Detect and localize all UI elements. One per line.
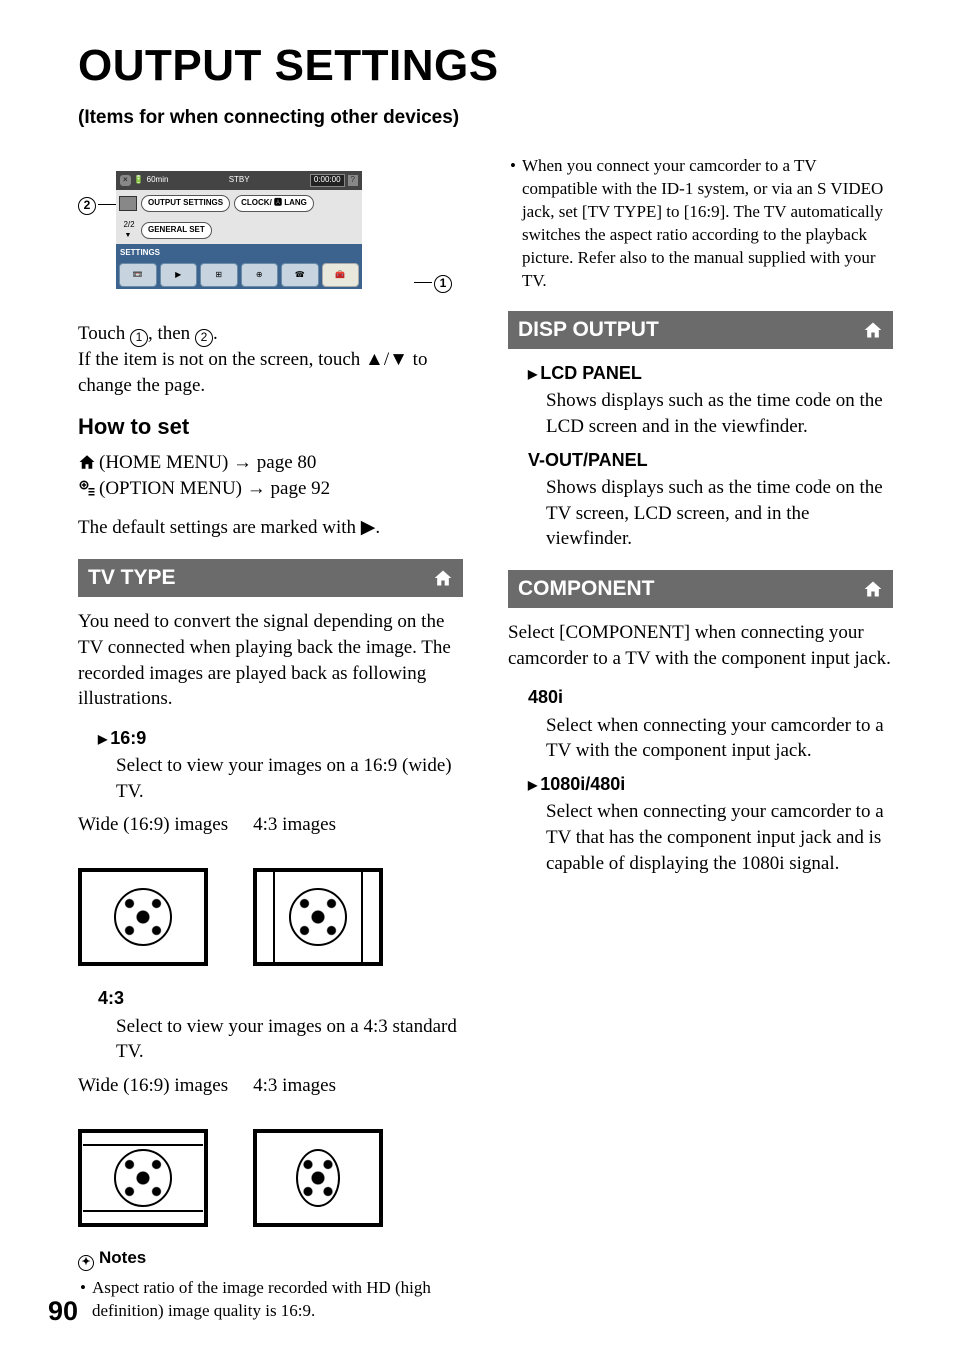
component-1080i-body: Select when connecting your camcorder to… bbox=[546, 799, 893, 876]
callout-1: 1 bbox=[434, 273, 452, 293]
touch-instruction: Touch 1, then 2. If the item is not on t… bbox=[78, 321, 463, 398]
lcd-panel-option: ▶LCD PANEL bbox=[528, 361, 893, 385]
page-subtitle: (Items for when connecting other devices… bbox=[78, 105, 909, 131]
tv-type-images-4-3: Wide (16:9) images 4:3 images bbox=[78, 1073, 463, 1227]
tv-type-images-16-9: Wide (16:9) images 4:3 images bbox=[78, 812, 463, 966]
component-intro: Select [COMPONENT] when connecting your … bbox=[508, 620, 893, 671]
home-menu-line: (HOME MENU) → page 80 bbox=[78, 450, 463, 476]
output-settings-button: OUTPUT SETTINGS bbox=[141, 195, 230, 212]
nav-icon-6: 🧰 bbox=[322, 263, 360, 287]
note-1: •Aspect ratio of the image recorded with… bbox=[80, 1277, 463, 1323]
notes-heading: ✦Notes bbox=[78, 1247, 463, 1271]
option-4-3: 4:3 bbox=[98, 986, 463, 1010]
left-column: 2 1 ×🔋60min STBY 0:00:00? OUTPUT SETTING… bbox=[78, 149, 463, 1326]
home-icon bbox=[863, 579, 883, 599]
close-icon: × bbox=[120, 175, 131, 186]
nav-icon-5: ☎ bbox=[281, 263, 319, 287]
nav-icon-4: ⊕ bbox=[241, 263, 279, 287]
component-bar: COMPONENT bbox=[508, 570, 893, 608]
tv-type-bar: TV TYPE bbox=[78, 559, 463, 597]
option-16-9: ▶16:9 bbox=[98, 726, 463, 750]
callout-2: 2 bbox=[78, 195, 96, 215]
settings-bar: SETTINGS bbox=[116, 244, 362, 261]
menu-screenshot: ×🔋60min STBY 0:00:00? OUTPUT SETTINGS CL… bbox=[116, 171, 362, 299]
nav-icon-3: ⊞ bbox=[200, 263, 238, 287]
home-icon bbox=[78, 453, 96, 471]
option-icon bbox=[78, 479, 96, 497]
thumb-icon bbox=[119, 196, 137, 211]
vout-panel-body: Shows displays such as the time code on … bbox=[546, 475, 893, 552]
home-icon bbox=[433, 568, 453, 588]
tv-type-intro: You need to convert the signal depending… bbox=[78, 609, 463, 712]
component-480i-body: Select when connecting your camcorder to… bbox=[546, 713, 893, 764]
page-number: 90 bbox=[48, 1293, 78, 1329]
general-set-button: GENERAL SET bbox=[141, 222, 212, 239]
option-menu-line: (OPTION MENU) → page 92 bbox=[78, 476, 463, 502]
component-480i: 480i bbox=[528, 685, 893, 709]
nav-icon-2: ▶ bbox=[160, 263, 198, 287]
clock-lang-button: CLOCK/ 🅰 LANG bbox=[234, 195, 314, 212]
std-label-2: 4:3 images bbox=[253, 1073, 383, 1123]
page-title: OUTPUT SETTINGS bbox=[78, 36, 909, 95]
wide-label-2: Wide (16:9) images bbox=[78, 1073, 228, 1123]
option-16-9-body: Select to view your images on a 16:9 (wi… bbox=[116, 753, 463, 804]
default-settings-note: The default settings are marked with ▶. bbox=[78, 515, 463, 541]
note-2: •When you connect your camcorder to a TV… bbox=[510, 155, 893, 293]
option-4-3-body: Select to view your images on a 4:3 stan… bbox=[116, 1014, 463, 1065]
vout-panel-option: V-OUT/PANEL bbox=[528, 448, 893, 472]
lcd-panel-body: Shows displays such as the time code on … bbox=[546, 388, 893, 439]
notes-icon: ✦ bbox=[78, 1255, 94, 1271]
disp-output-bar: DISP OUTPUT bbox=[508, 311, 893, 349]
right-column: •When you connect your camcorder to a TV… bbox=[508, 149, 893, 1326]
home-icon bbox=[863, 320, 883, 340]
wide-label: Wide (16:9) images bbox=[78, 812, 228, 862]
std-label: 4:3 images bbox=[253, 812, 383, 862]
how-to-set-heading: How to set bbox=[78, 412, 463, 442]
nav-icon-1: 📼 bbox=[119, 263, 157, 287]
component-1080i: ▶1080i/480i bbox=[528, 772, 893, 796]
